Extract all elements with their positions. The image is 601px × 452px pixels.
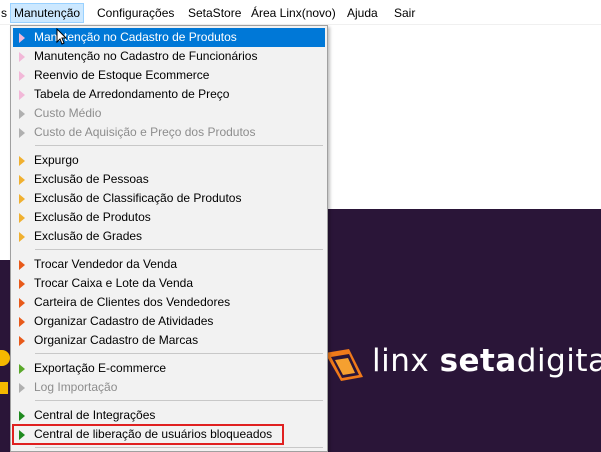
- menu-item-label: Manutenção no Cadastro de Funcionários: [34, 49, 258, 63]
- menu-item-label: Exclusão de Pessoas: [34, 172, 149, 186]
- menu-configuracoes[interactable]: Configurações: [94, 4, 177, 22]
- menu-item-exclusao-produtos[interactable]: Exclusão de Produtos: [13, 208, 325, 227]
- arrow-icon: [19, 364, 25, 374]
- arrow-icon: [19, 411, 25, 421]
- menu-item-label: Exclusão de Produtos: [34, 210, 151, 224]
- menu-separator: [35, 353, 323, 354]
- arrow-icon: [19, 156, 25, 166]
- arrow-icon: [19, 383, 25, 393]
- menu-item-reenvio-estoque[interactable]: Reenvio de Estoque Ecommerce: [13, 66, 325, 85]
- menu-item-exportacao-ecommerce[interactable]: Exportação E-commerce: [13, 359, 325, 378]
- menu-sair[interactable]: Sair: [391, 4, 418, 22]
- logo-text-digital: digital: [516, 343, 601, 379]
- menu-item-label: Organizar Cadastro de Marcas: [34, 333, 199, 347]
- menu-item-label: Exclusão de Grades: [34, 229, 143, 243]
- menu-separator: [35, 145, 323, 146]
- menu-item-label: Carteira de Clientes dos Vendedores: [34, 295, 231, 309]
- menu-item-label: Reenvio de Estoque Ecommerce: [34, 68, 210, 82]
- menu-area-linx[interactable]: Área Linx(novo): [248, 4, 339, 22]
- arrow-icon: [19, 52, 25, 62]
- menu-item-exclusao-grades[interactable]: Exclusão de Grades: [13, 227, 325, 246]
- menu-item-custo-aquisicao: Custo de Aquisição e Preço dos Produtos: [13, 123, 325, 142]
- linx-setadigital-logo: linx setadigital: [372, 343, 601, 379]
- menu-item-label: Exclusão de Classificação de Produtos: [34, 191, 242, 205]
- menu-setastore[interactable]: SetaStore: [185, 4, 244, 22]
- arrow-icon: [19, 232, 25, 242]
- decorative-shape: [0, 382, 8, 394]
- menubar: s Manutenção Configurações SetaStore Áre…: [0, 0, 601, 25]
- arrow-icon: [19, 279, 25, 289]
- menu-item-label: Exportação E-commerce: [34, 361, 167, 375]
- menu-item-organizar-marcas[interactable]: Organizar Cadastro de Marcas: [13, 331, 325, 350]
- arrow-icon: [19, 71, 25, 81]
- menu-item-trocar-caixa[interactable]: Trocar Caixa e Lote da Venda: [13, 274, 325, 293]
- menu-item-central-liberacao-usuarios[interactable]: Central de liberação de usuários bloquea…: [12, 424, 284, 445]
- logo-text-seta: seta: [439, 343, 517, 379]
- menu-item-expurgo[interactable]: Expurgo: [13, 151, 325, 170]
- arrow-icon: [19, 90, 25, 100]
- menu-item-label: Central de liberação de usuários bloquea…: [34, 427, 273, 441]
- menu-item-carteira-clientes[interactable]: Carteira de Clientes dos Vendedores: [13, 293, 325, 312]
- menu-item-central-integracoes[interactable]: Central de Integrações: [13, 406, 325, 425]
- menu-item-label: Expurgo: [34, 153, 79, 167]
- menu-item-custo-medio: Custo Médio: [13, 104, 325, 123]
- arrow-icon: [19, 336, 25, 346]
- menu-manutencao[interactable]: Manutenção: [10, 3, 85, 23]
- menu-item-label: Custo Médio: [34, 106, 102, 120]
- menu-item-organizar-atividades[interactable]: Organizar Cadastro de Atividades: [13, 312, 325, 331]
- mouse-cursor-icon: [56, 28, 68, 45]
- arrow-icon: [19, 175, 25, 185]
- menu-item-exclusao-classificacao[interactable]: Exclusão de Classificação de Produtos: [13, 189, 325, 208]
- menu-separator: [35, 447, 323, 448]
- arrow-icon: [19, 260, 25, 270]
- menu-ajuda[interactable]: Ajuda: [344, 4, 381, 22]
- arrow-icon: [19, 317, 25, 327]
- arrow-icon: [19, 298, 25, 308]
- manutencao-dropdown: Manutenção no Cadastro de Produtos Manut…: [10, 25, 328, 452]
- menu-item-manutencao-funcionarios[interactable]: Manutenção no Cadastro de Funcionários: [13, 47, 325, 66]
- menu-item-tabela-arredondamento[interactable]: Tabela de Arredondamento de Preço: [13, 85, 325, 104]
- menu-separator: [35, 400, 323, 401]
- menu-item-label: Central de Integrações: [34, 408, 156, 422]
- menu-item-label: Custo de Aquisição e Preço dos Produtos: [34, 125, 256, 139]
- arrow-icon: [19, 128, 25, 138]
- arrow-icon: [19, 213, 25, 223]
- menu-item-label: Log Importação: [34, 380, 118, 394]
- arrow-icon: [19, 194, 25, 204]
- menu-item-partial[interactable]: s: [0, 4, 10, 22]
- menu-item-label: Tabela de Arredondamento de Preço: [34, 87, 230, 101]
- arrow-icon: [19, 430, 25, 440]
- arrow-icon: [19, 33, 25, 43]
- logo-text-linx: linx: [372, 343, 440, 379]
- arrow-icon: [19, 109, 25, 119]
- menu-item-label: Trocar Caixa e Lote da Venda: [34, 276, 193, 290]
- menu-separator: [35, 249, 323, 250]
- menu-item-label: Trocar Vendedor da Venda: [34, 257, 177, 271]
- menu-item-exclusao-pessoas[interactable]: Exclusão de Pessoas: [13, 170, 325, 189]
- menu-item-trocar-vendedor[interactable]: Trocar Vendedor da Venda: [13, 255, 325, 274]
- menu-item-label: Organizar Cadastro de Atividades: [34, 314, 214, 328]
- menu-item-log-importacao: Log Importação: [13, 378, 325, 397]
- linx-logo-icon: [325, 349, 363, 381]
